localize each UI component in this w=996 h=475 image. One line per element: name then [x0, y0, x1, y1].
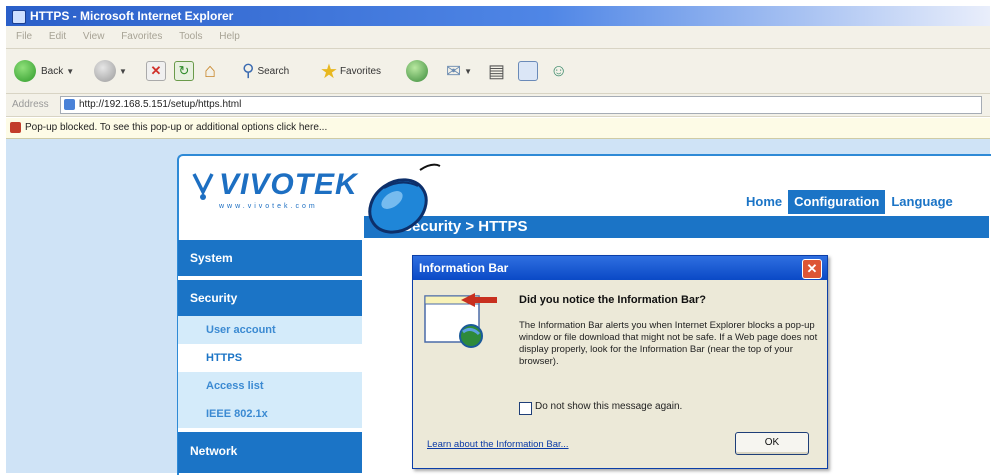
menu-help[interactable]: Help: [219, 31, 240, 42]
internet-explorer-icon: [12, 10, 26, 24]
history-button[interactable]: [406, 59, 428, 83]
do-not-show-checkbox[interactable]: [519, 402, 532, 415]
favorites-button[interactable]: ★ Favorites: [320, 59, 381, 83]
forward-button[interactable]: ▼: [94, 59, 127, 83]
refresh-icon: ↻: [174, 61, 194, 81]
back-label: Back: [41, 65, 64, 77]
home-icon: ⌂: [204, 59, 217, 82]
sidebar-item-user-account[interactable]: User account: [178, 316, 362, 344]
dialog-titlebar[interactable]: Information Bar ✕: [413, 256, 827, 280]
ok-button[interactable]: OK: [735, 432, 809, 455]
refresh-button[interactable]: ↻: [174, 59, 194, 83]
menu-edit[interactable]: Edit: [49, 31, 66, 42]
search-icon: ⚲: [242, 61, 255, 80]
search-button[interactable]: ⚲ Search: [242, 59, 289, 83]
sidebar-section-system[interactable]: System: [178, 240, 362, 276]
do-not-show-label[interactable]: Do not show this message again.: [535, 401, 682, 412]
toolbar: Back ▼ ▼ ✕ ↻ ⌂ ⚲ Search ★ Favorites ✉ ▼ …: [6, 49, 990, 94]
mouse-pointer-icon: [368, 163, 441, 234]
menu-tools[interactable]: Tools: [179, 31, 202, 42]
dialog-title: Information Bar: [419, 261, 509, 275]
sidebar-section-security[interactable]: Security: [178, 280, 362, 316]
star-icon: ★: [320, 60, 338, 83]
dialog-heading: Did you notice the Information Bar?: [519, 294, 707, 306]
search-label: Search: [257, 65, 290, 77]
sidebar-section-network[interactable]: Network: [178, 432, 362, 473]
history-icon: [406, 60, 428, 82]
page-icon: [64, 99, 75, 110]
information-bar-text: Pop-up blocked. To see this pop-up or ad…: [25, 122, 328, 133]
messenger-icon: ☺: [550, 61, 568, 80]
sidebar-item-ieee-8021x[interactable]: IEEE 802.1x: [178, 400, 362, 428]
menu-view[interactable]: View: [83, 31, 105, 42]
information-bar-illustration-icon: [424, 293, 497, 348]
information-bar[interactable]: Pop-up blocked. To see this pop-up or ad…: [6, 118, 990, 139]
mail-icon: ✉: [446, 60, 462, 81]
edit-page-icon: [518, 61, 538, 81]
chevron-down-icon[interactable]: ▼: [119, 67, 127, 76]
dialog-body-text: The Information Bar alerts you when Inte…: [519, 320, 818, 367]
popup-blocked-icon: [10, 122, 21, 133]
address-bar: Address http://192.168.5.151/setup/https…: [6, 94, 990, 117]
address-label: Address: [12, 99, 49, 110]
close-icon[interactable]: ✕: [802, 259, 822, 279]
sidebar: System Security User account HTTPS Acces…: [178, 240, 362, 473]
sidebar-item-access-list[interactable]: Access list: [178, 372, 362, 400]
menu-file[interactable]: File: [16, 31, 32, 42]
window-titlebar: HTTPS - Microsoft Internet Explorer: [6, 6, 990, 26]
nav-home[interactable]: Home: [740, 190, 788, 214]
print-button[interactable]: ▤: [488, 59, 505, 83]
back-arrow-icon: [14, 60, 36, 82]
sidebar-item-https[interactable]: HTTPS: [178, 344, 362, 372]
favorites-label: Favorites: [339, 65, 382, 77]
address-input[interactable]: http://192.168.5.151/setup/https.html: [60, 96, 982, 114]
address-url: http://192.168.5.151/setup/https.html: [79, 99, 242, 110]
home-button[interactable]: ⌂: [204, 59, 216, 83]
nav-language[interactable]: Language: [885, 190, 958, 214]
learn-more-link[interactable]: Learn about the Information Bar...: [427, 439, 569, 450]
vivotek-logo[interactable]: VIVOTEK: [219, 168, 358, 202]
window-title: HTTPS - Microsoft Internet Explorer: [30, 9, 234, 23]
top-nav: Home Configuration Language: [740, 190, 959, 214]
information-bar-dialog: Information Bar ✕ Did you notice the Inf…: [412, 255, 828, 469]
vivotek-logo-sub: www.vivotek.com: [219, 203, 318, 210]
back-button[interactable]: Back ▼: [14, 59, 74, 83]
forward-arrow-icon: [94, 60, 116, 82]
chevron-down-icon[interactable]: ▼: [464, 67, 472, 76]
print-icon: ▤: [488, 60, 506, 81]
menu-bar: File Edit View Favorites Tools Help: [6, 26, 990, 49]
messenger-button[interactable]: ☺: [550, 59, 567, 83]
chevron-down-icon[interactable]: ▼: [66, 67, 74, 76]
vivotek-logo-icon: [192, 173, 214, 200]
edit-button[interactable]: [518, 59, 538, 83]
mail-button[interactable]: ✉ ▼: [446, 59, 472, 83]
stop-button[interactable]: ✕: [146, 59, 166, 83]
nav-configuration[interactable]: Configuration: [788, 190, 886, 214]
menu-favorites[interactable]: Favorites: [121, 31, 162, 42]
stop-icon: ✕: [146, 61, 166, 81]
